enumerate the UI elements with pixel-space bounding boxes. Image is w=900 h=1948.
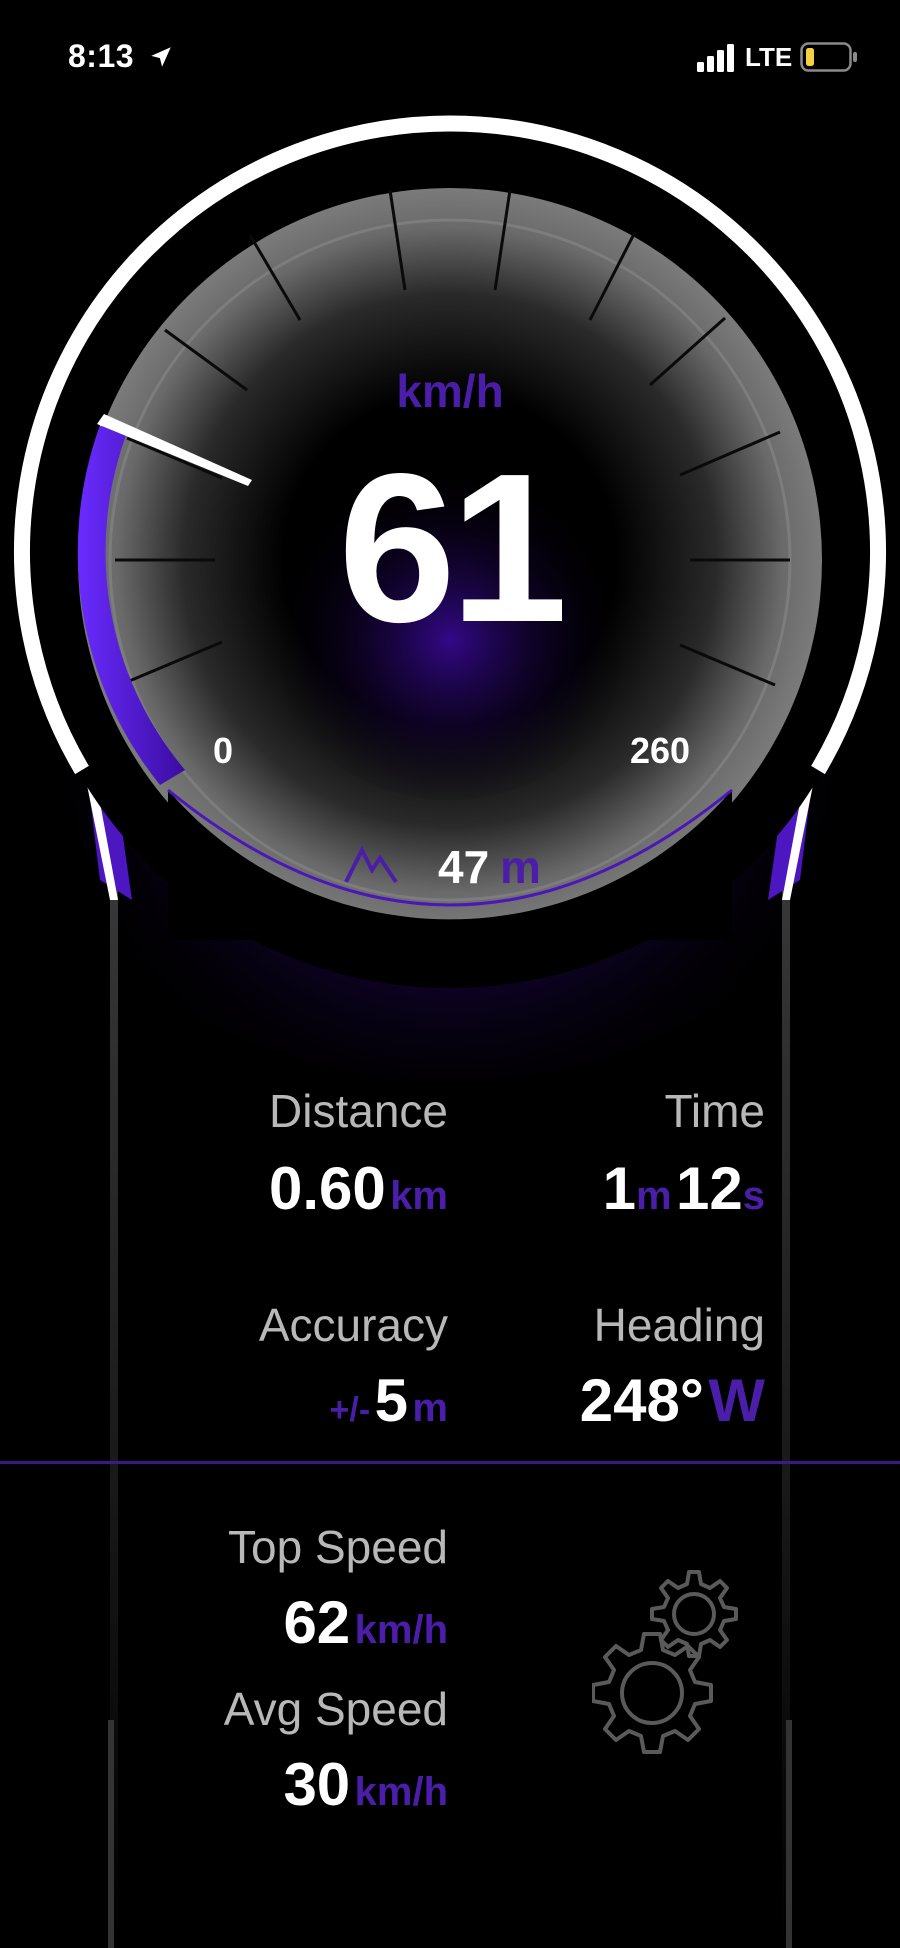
- distance-value-line: 0.60 km: [269, 1154, 448, 1223]
- accuracy-value-line: +/- 5 m: [330, 1366, 448, 1435]
- altitude-value: 47: [438, 841, 490, 893]
- accuracy-label: Accuracy: [258, 1299, 448, 1351]
- avg-speed-label: Avg Speed: [223, 1683, 448, 1735]
- current-speed: 61: [338, 429, 568, 666]
- heading-value-line: 248° W: [580, 1366, 765, 1435]
- gears-icon[interactable]: [592, 1568, 742, 1768]
- left-pole-lower: [108, 1720, 114, 1948]
- heading-value: 248°: [579, 1367, 704, 1434]
- time-value-line: 1m 12s: [603, 1154, 765, 1223]
- avg-speed-value: 30: [283, 1751, 351, 1818]
- time-label: Time: [664, 1085, 765, 1137]
- speedometer-gauge: [14, 115, 886, 1948]
- time-minutes-unit: m: [635, 1174, 672, 1218]
- speed-unit-label: km/h: [396, 365, 504, 417]
- section-divider: [0, 1461, 900, 1464]
- top-speed-unit: km/h: [354, 1608, 448, 1652]
- avg-speed-value-line: 30 km/h: [283, 1750, 448, 1819]
- accuracy-unit: m: [412, 1386, 448, 1430]
- time-seconds-unit: s: [742, 1174, 765, 1218]
- distance-value: 0.60: [268, 1155, 386, 1222]
- accuracy-prefix: +/-: [329, 1391, 371, 1429]
- avg-speed-unit: km/h: [354, 1770, 448, 1814]
- top-speed-label: Top Speed: [228, 1521, 448, 1573]
- gauge-max-label: 260: [630, 730, 691, 771]
- distance-unit: km: [390, 1174, 448, 1218]
- heading-direction: W: [708, 1367, 765, 1434]
- distance-label: Distance: [269, 1085, 448, 1137]
- time-seconds: 12: [676, 1155, 743, 1222]
- altitude-unit: m: [500, 841, 541, 893]
- time-minutes: 1: [602, 1155, 636, 1222]
- heading-label: Heading: [593, 1299, 765, 1351]
- mountain-icon: [344, 846, 398, 884]
- gauge-min-label: 0: [213, 730, 234, 771]
- top-speed-value-line: 62 km/h: [283, 1588, 448, 1657]
- accuracy-value: 5: [374, 1367, 408, 1434]
- right-pole-lower: [786, 1720, 792, 1948]
- top-speed-value: 62: [283, 1589, 351, 1656]
